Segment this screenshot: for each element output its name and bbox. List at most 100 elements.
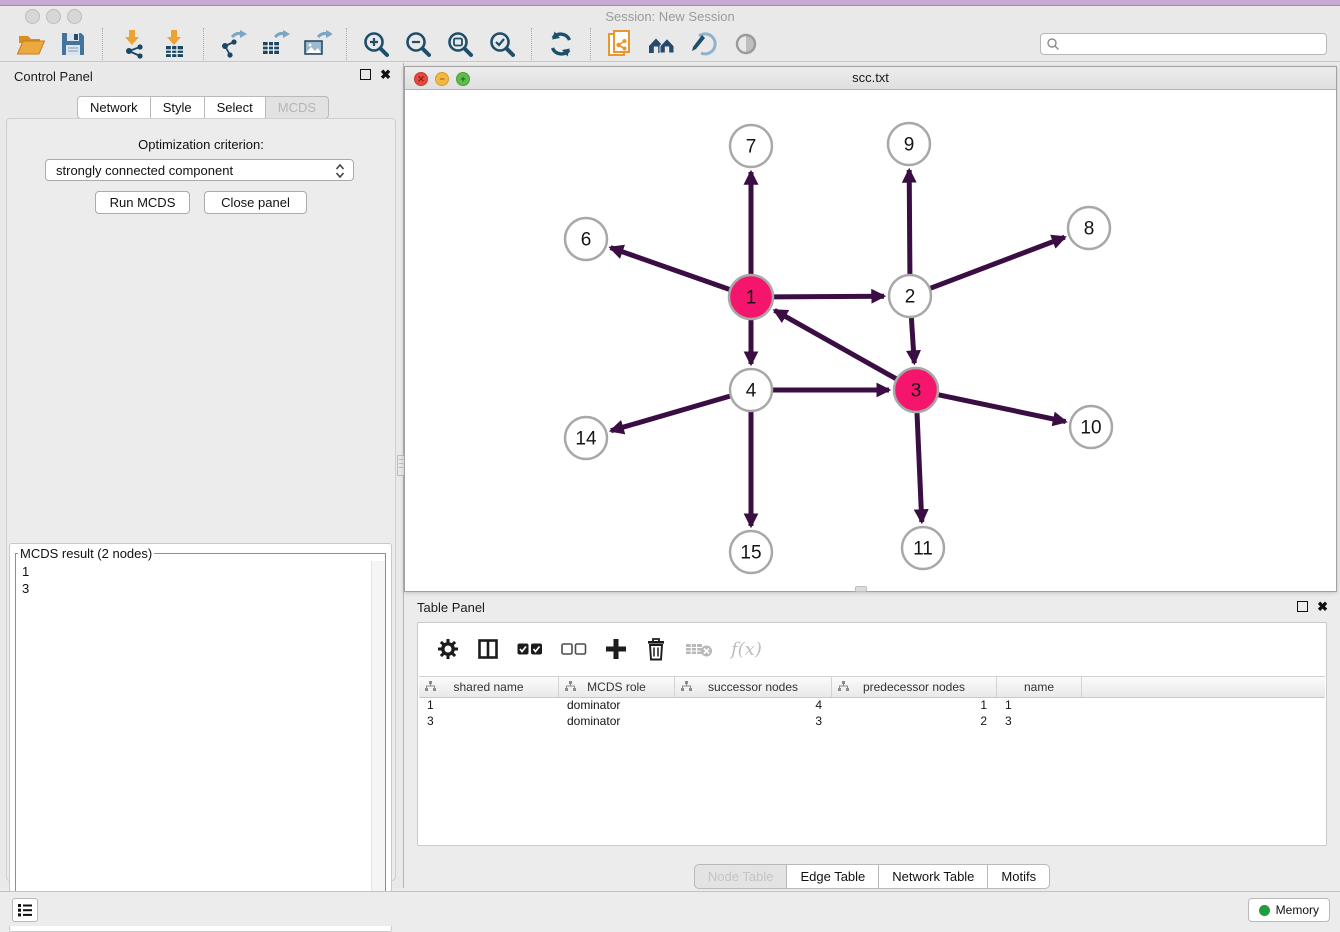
close-panel-button[interactable]: Close panel <box>204 191 307 214</box>
tab-edge-table[interactable]: Edge Table <box>786 864 879 889</box>
tab-mcds[interactable]: MCDS <box>265 96 329 119</box>
minimize-traffic-light[interactable] <box>46 9 61 24</box>
open-session-icon[interactable] <box>16 29 46 59</box>
search-field <box>1040 33 1327 55</box>
close-panel-icon[interactable]: ✖ <box>380 69 391 80</box>
function-builder-icon[interactable]: f(x) <box>731 639 762 660</box>
cell-predecessor-nodes[interactable]: 1 <box>832 698 997 714</box>
graph-node-6[interactable]: 6 <box>565 218 607 260</box>
graph-node-15[interactable]: 15 <box>730 531 772 573</box>
import-table-icon[interactable] <box>159 29 189 59</box>
mcds-result-text[interactable]: 1 3 <box>16 561 372 921</box>
export-image-icon[interactable] <box>302 29 332 59</box>
edge-3-1[interactable] <box>775 310 897 378</box>
tab-style[interactable]: Style <box>150 96 205 119</box>
horizontal-divider-grip[interactable] <box>855 586 867 592</box>
status-bar: Memory <box>0 891 1340 926</box>
home-icon[interactable] <box>647 29 677 59</box>
cell-mcds-role[interactable]: dominator <box>559 714 675 730</box>
float-panel-icon[interactable] <box>360 69 371 80</box>
cell-mcds-role[interactable]: dominator <box>559 698 675 714</box>
tab-network-table[interactable]: Network Table <box>878 864 988 889</box>
mcds-result-panel: MCDS result (2 nodes) 1 3 <box>9 543 392 932</box>
column-header-name[interactable]: name <box>997 677 1082 697</box>
network-window-titlebar[interactable]: ✕ − + scc.txt <box>405 67 1336 90</box>
edge-2-9[interactable] <box>909 170 910 274</box>
cell-shared-name[interactable]: 3 <box>419 714 559 730</box>
delete-column-trash-icon[interactable] <box>645 637 667 661</box>
save-session-icon[interactable] <box>58 29 88 59</box>
graph-node-1[interactable]: 1 <box>729 275 773 319</box>
delete-table-icon[interactable] <box>685 640 713 658</box>
close-window-icon[interactable]: ✕ <box>414 72 428 86</box>
cell-predecessor-nodes[interactable]: 2 <box>832 714 997 730</box>
search-input[interactable] <box>1040 33 1327 55</box>
graph-node-8[interactable]: 8 <box>1068 207 1110 249</box>
cell-successor-nodes[interactable]: 3 <box>675 714 832 730</box>
edge-2-3[interactable] <box>911 318 914 363</box>
zoom-fit-icon[interactable] <box>445 29 475 59</box>
zoom-in-icon[interactable] <box>361 29 391 59</box>
column-header-predecessor-nodes[interactable]: predecessor nodes <box>832 677 997 697</box>
refresh-layout-icon[interactable] <box>546 29 576 59</box>
edge-1-2[interactable] <box>774 296 884 297</box>
control-panel: Control Panel ✖ Network Style Select MCD… <box>0 63 403 888</box>
graph-node-10[interactable]: 10 <box>1070 406 1112 448</box>
edge-3-10[interactable] <box>939 395 1066 422</box>
run-mcds-button[interactable]: Run MCDS <box>95 191 190 214</box>
cell-shared-name[interactable]: 1 <box>419 698 559 714</box>
minimize-window-icon[interactable]: − <box>435 72 449 86</box>
zoom-selected-icon[interactable] <box>487 29 517 59</box>
table-header-row: shared name MCDS role successor nodes <box>419 676 1325 698</box>
cell-name[interactable]: 1 <box>997 698 1082 714</box>
table-panel-title: Table Panel <box>417 600 485 615</box>
deselect-all-icon[interactable] <box>561 642 587 656</box>
selected-option: strongly connected component <box>56 163 233 178</box>
new-network-file-icon[interactable] <box>605 29 635 59</box>
graph-node-7[interactable]: 7 <box>730 125 772 167</box>
edge-1-6[interactable] <box>611 248 730 290</box>
optimization-criterion-select[interactable]: strongly connected component <box>45 159 354 181</box>
toolbar-separator <box>346 28 347 60</box>
add-column-icon[interactable] <box>605 638 627 660</box>
tab-select[interactable]: Select <box>204 96 266 119</box>
column-header-successor-nodes[interactable]: successor nodes <box>675 677 832 697</box>
cell-name[interactable]: 3 <box>997 714 1082 730</box>
graph-node-14[interactable]: 14 <box>565 417 607 459</box>
table-settings-gear-icon[interactable] <box>437 638 459 660</box>
close-traffic-light[interactable] <box>25 9 40 24</box>
result-scrollbar[interactable] <box>371 561 385 921</box>
tab-motifs[interactable]: Motifs <box>987 864 1050 889</box>
close-table-panel-icon[interactable]: ✖ <box>1317 601 1328 612</box>
graph-node-11[interactable]: 11 <box>902 527 944 569</box>
network-canvas[interactable]: 7 9 6 8 1 2 4 3 14 10 15 11 <box>405 89 1336 591</box>
graph-node-2[interactable]: 2 <box>889 275 931 317</box>
export-network-icon[interactable] <box>218 29 248 59</box>
maximize-window-icon[interactable]: + <box>456 72 470 86</box>
annotation-icon[interactable] <box>689 29 719 59</box>
select-all-icon[interactable] <box>517 642 543 656</box>
memory-button[interactable]: Memory <box>1248 898 1330 922</box>
tab-node-table[interactable]: Node Table <box>694 864 788 889</box>
maximize-traffic-light[interactable] <box>67 9 82 24</box>
edge-2-8[interactable] <box>931 237 1065 288</box>
import-network-icon[interactable] <box>117 29 147 59</box>
column-header-mcds-role[interactable]: MCDS role <box>559 677 675 697</box>
edge-4-14[interactable] <box>611 396 730 431</box>
table-row[interactable]: 3 dominator 3 2 3 <box>419 714 1325 730</box>
column-header-shared-name[interactable]: shared name <box>419 677 559 697</box>
task-history-button[interactable] <box>12 898 38 922</box>
graph-node-9[interactable]: 9 <box>888 123 930 165</box>
export-table-icon[interactable] <box>260 29 290 59</box>
graph-node-3[interactable]: 3 <box>894 368 938 412</box>
edge-3-11[interactable] <box>917 413 922 522</box>
show-columns-icon[interactable] <box>477 638 499 660</box>
hide-eye-icon[interactable] <box>731 29 761 59</box>
cell-successor-nodes[interactable]: 4 <box>675 698 832 714</box>
graph-node-4[interactable]: 4 <box>730 369 772 411</box>
node-table-container: f(x) shared name MCDS role <box>417 622 1327 846</box>
zoom-out-icon[interactable] <box>403 29 433 59</box>
table-row[interactable]: 1 dominator 4 1 1 <box>419 698 1325 714</box>
float-table-panel-icon[interactable] <box>1297 601 1308 612</box>
tab-network[interactable]: Network <box>77 96 151 119</box>
